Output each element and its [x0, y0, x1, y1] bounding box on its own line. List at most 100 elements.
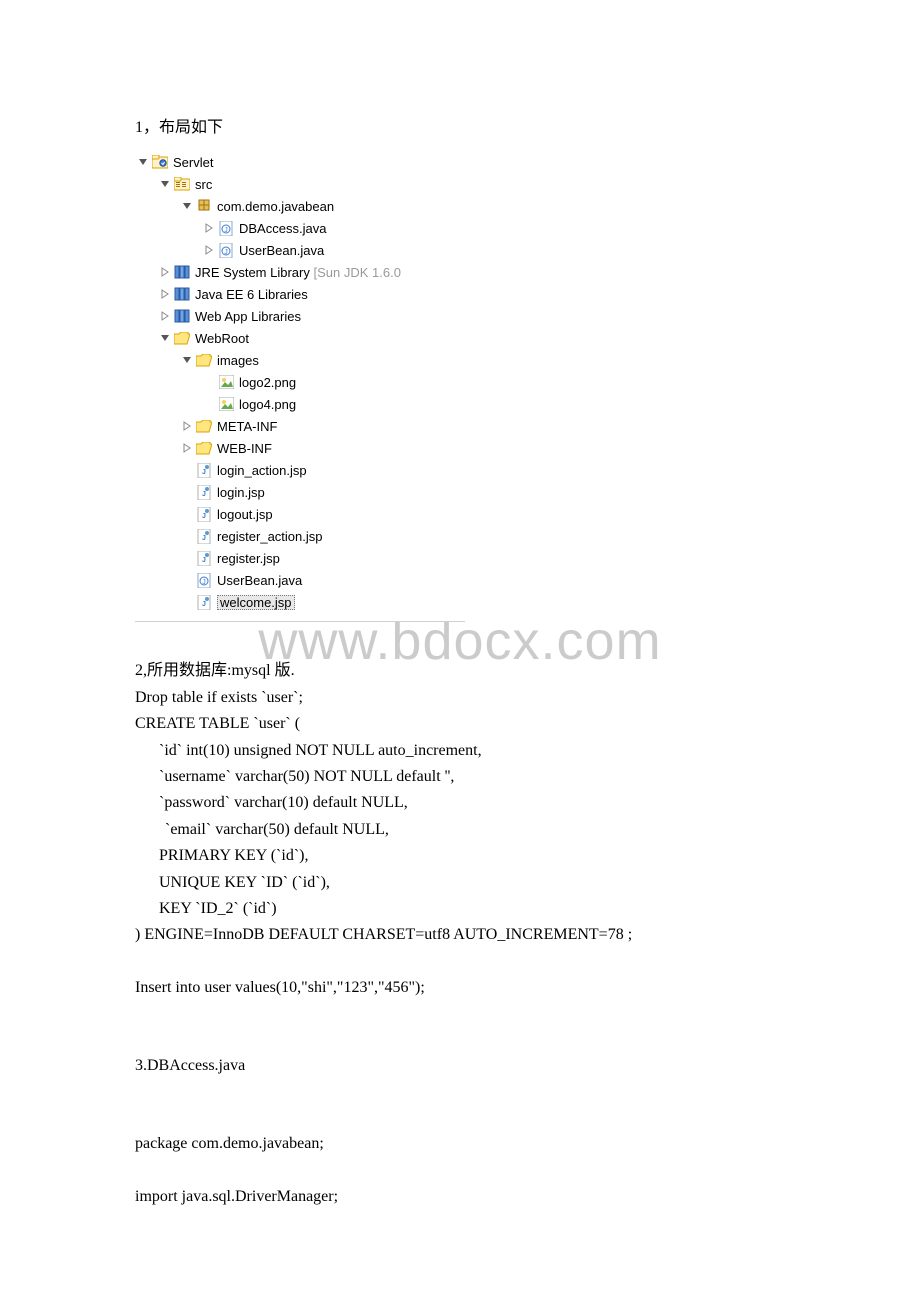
tree-label: WEB-INF: [217, 442, 272, 455]
tree-label: JRE System Library [Sun JDK 1.6.0: [195, 266, 401, 279]
tree-label: Web App Libraries: [195, 310, 301, 323]
expand-toggle-open-icon[interactable]: [159, 332, 171, 344]
sql-line: PRIMARY KEY (`id`),: [135, 843, 785, 869]
sql-line: CREATE TABLE `user` (: [135, 711, 785, 737]
jsp-file-icon: J: [195, 594, 213, 610]
jsp-file-icon: J: [195, 462, 213, 478]
tree-node-userbean-web[interactable]: J UserBean.java: [137, 569, 465, 591]
tree-node-webapp-lib[interactable]: Web App Libraries: [137, 305, 465, 327]
jsp-file-icon: J: [195, 506, 213, 522]
sql-line: ) ENGINE=InnoDB DEFAULT CHARSET=utf8 AUT…: [135, 922, 785, 948]
tree-node-src[interactable]: src: [137, 173, 465, 195]
expand-toggle-closed-icon[interactable]: [203, 222, 215, 234]
tree-node-login[interactable]: J login.jsp: [137, 481, 465, 503]
tree-node-servlet[interactable]: Servlet: [137, 151, 465, 173]
tree-node-register-action[interactable]: J register_action.jsp: [137, 525, 465, 547]
tree-label: register_action.jsp: [217, 530, 323, 543]
sql-line: `id` int(10) unsigned NOT NULL auto_incr…: [135, 738, 785, 764]
sql-line: `email` varchar(50) default NULL,: [135, 817, 785, 843]
expand-toggle-closed-icon[interactable]: [181, 420, 193, 432]
expand-toggle-closed-icon[interactable]: [203, 244, 215, 256]
tree-label: login_action.jsp: [217, 464, 307, 477]
tree-node-images[interactable]: images: [137, 349, 465, 371]
tree-label: UserBean.java: [239, 244, 324, 257]
jsp-file-icon: J: [195, 484, 213, 500]
tree-node-login-action[interactable]: J login_action.jsp: [137, 459, 465, 481]
svg-text:J: J: [224, 249, 228, 256]
java-file-icon: J: [195, 572, 213, 588]
expand-toggle-closed-icon[interactable]: [159, 288, 171, 300]
jsp-file-icon: J: [195, 550, 213, 566]
tree-node-logo2[interactable]: logo2.png: [137, 371, 465, 393]
tree-label: com.demo.javabean: [217, 200, 334, 213]
jsp-file-icon: J: [195, 528, 213, 544]
tree-label: Servlet: [173, 156, 213, 169]
sql-line: KEY `ID_2` (`id`): [135, 896, 785, 922]
tree-label: logo2.png: [239, 376, 296, 389]
sql-line: `username` varchar(50) NOT NULL default …: [135, 764, 785, 790]
svg-text:J: J: [202, 601, 206, 608]
sql-line: Drop table if exists `user`;: [135, 685, 785, 711]
tree-node-webinf[interactable]: WEB-INF: [137, 437, 465, 459]
tree-node-jre[interactable]: JRE System Library [Sun JDK 1.6.0: [137, 261, 465, 283]
tree-label: META-INF: [217, 420, 277, 433]
java-line: import java.sql.DriverManager;: [135, 1184, 785, 1210]
section1-heading: 1，布局如下: [135, 115, 785, 141]
folder-open-icon: [195, 440, 213, 456]
svg-text:J: J: [202, 557, 206, 564]
source-folder-icon: [173, 176, 191, 192]
package-icon: [195, 198, 213, 214]
expand-toggle-closed-icon[interactable]: [159, 266, 171, 278]
sql-insert: Insert into user values(10,"shi","123","…: [135, 975, 785, 1001]
document-body: 2,所用数据库:mysql 版. Drop table if exists `u…: [135, 632, 785, 1210]
expand-toggle-open-icon[interactable]: [137, 156, 149, 168]
section2-heading: 2,所用数据库:mysql 版.: [135, 658, 785, 684]
tree-label: DBAccess.java: [239, 222, 326, 235]
tree-node-webroot[interactable]: WebRoot: [137, 327, 465, 349]
tree-label: images: [217, 354, 259, 367]
tree-node-dbaccess[interactable]: J DBAccess.java: [137, 217, 465, 239]
tree-label: register.jsp: [217, 552, 280, 565]
svg-text:J: J: [202, 513, 206, 520]
tree-node-logo4[interactable]: logo4.png: [137, 393, 465, 415]
tree-node-welcome[interactable]: J welcome.jsp: [137, 591, 465, 613]
java-file-icon: J: [217, 220, 235, 236]
tree-node-register[interactable]: J register.jsp: [137, 547, 465, 569]
folder-open-icon: [195, 352, 213, 368]
tree-label: logo4.png: [239, 398, 296, 411]
image-file-icon: [217, 374, 235, 390]
section3-heading: 3.DBAccess.java: [135, 1053, 785, 1079]
sql-line: UNIQUE KEY `ID` (`id`),: [135, 870, 785, 896]
svg-text:J: J: [202, 491, 206, 498]
tree-label: logout.jsp: [217, 508, 273, 521]
tree-node-metainf[interactable]: META-INF: [137, 415, 465, 437]
svg-text:J: J: [202, 469, 206, 476]
expand-toggle-open-icon[interactable]: [181, 354, 193, 366]
expand-toggle-open-icon[interactable]: [181, 200, 193, 212]
library-icon: [173, 286, 191, 302]
folder-open-icon: [173, 330, 191, 346]
tree-node-javaee[interactable]: Java EE 6 Libraries: [137, 283, 465, 305]
tree-label-selected: welcome.jsp: [217, 595, 295, 610]
tree-label: UserBean.java: [217, 574, 302, 587]
tree-label: src: [195, 178, 212, 191]
tree-node-userbean[interactable]: J UserBean.java: [137, 239, 465, 261]
library-icon: [173, 308, 191, 324]
expand-toggle-closed-icon[interactable]: [159, 310, 171, 322]
tree-label: Java EE 6 Libraries: [195, 288, 308, 301]
project-icon: [151, 154, 169, 170]
expand-toggle-open-icon[interactable]: [159, 178, 171, 190]
library-icon: [173, 264, 191, 280]
sql-line: `password` varchar(10) default NULL,: [135, 790, 785, 816]
tree-node-logout[interactable]: J logout.jsp: [137, 503, 465, 525]
folder-open-icon: [195, 418, 213, 434]
tree-label: WebRoot: [195, 332, 249, 345]
java-file-icon: J: [217, 242, 235, 258]
svg-text:J: J: [202, 579, 206, 586]
tree-label: login.jsp: [217, 486, 265, 499]
document-page: 1，布局如下 Servlet src: [0, 0, 920, 1310]
svg-text:J: J: [224, 227, 228, 234]
svg-text:J: J: [202, 535, 206, 542]
tree-node-package[interactable]: com.demo.javabean: [137, 195, 465, 217]
expand-toggle-closed-icon[interactable]: [181, 442, 193, 454]
